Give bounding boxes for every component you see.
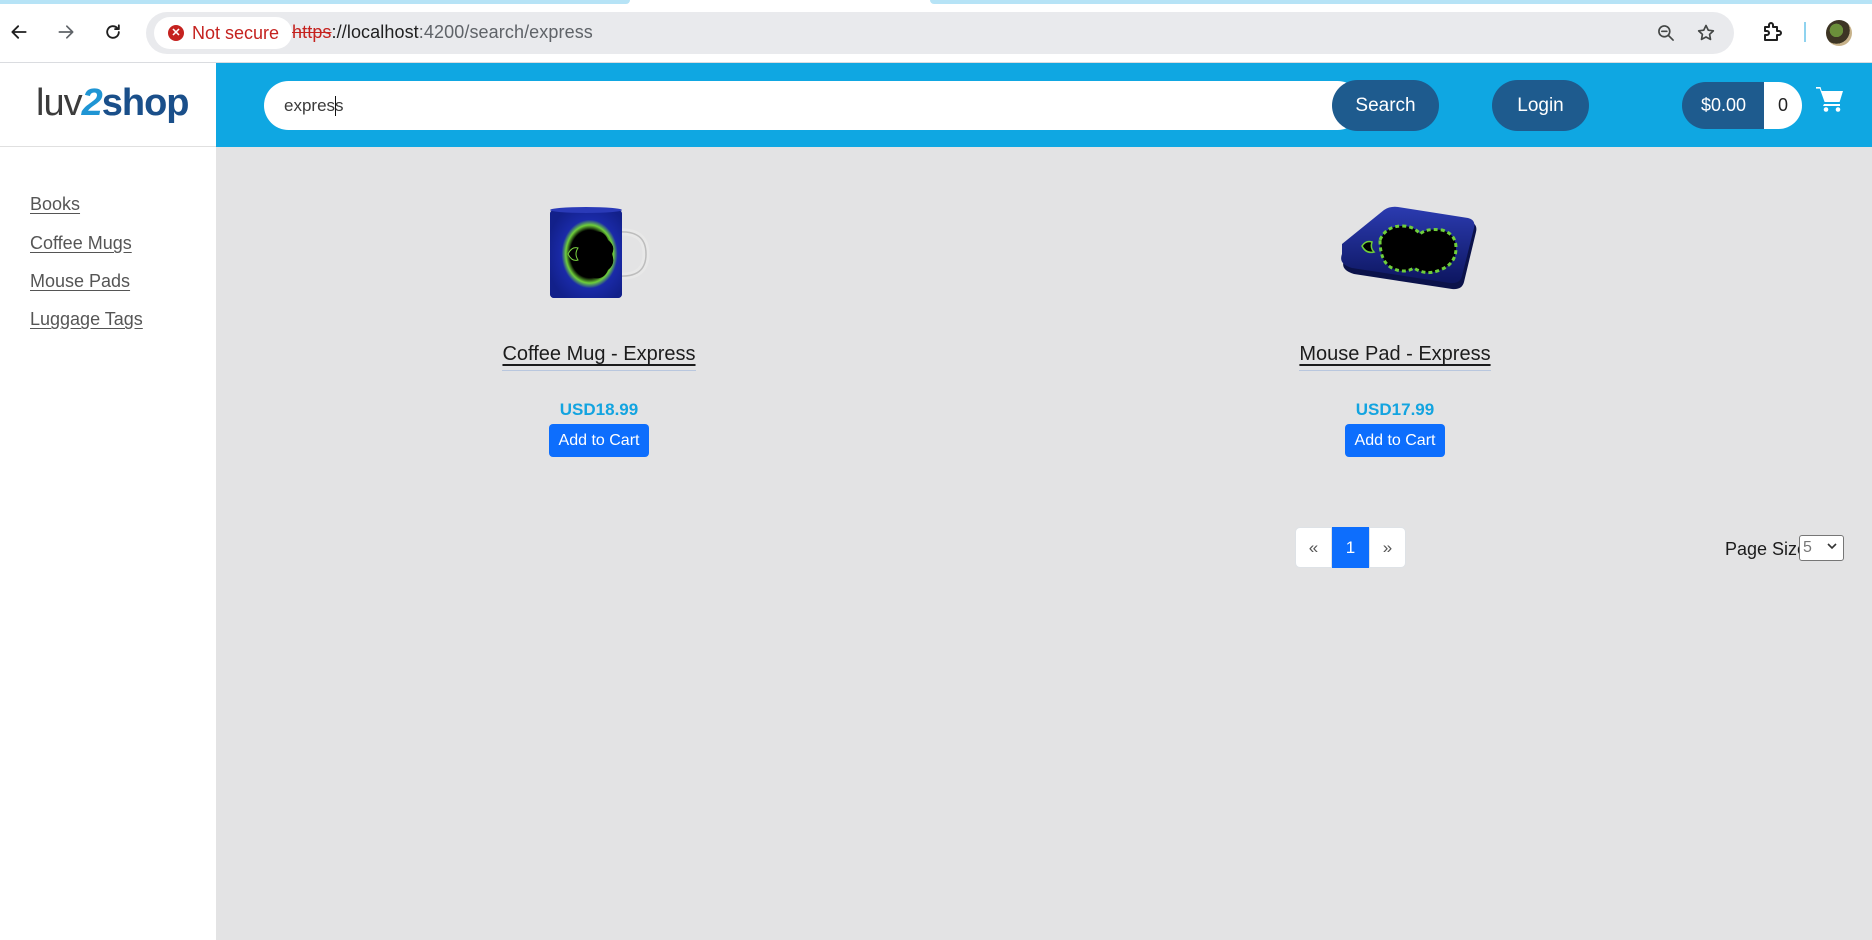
app-header: luv2shop Search Login $0.00 0: [0, 63, 1872, 147]
url-separator: ://: [331, 22, 347, 42]
next-page-button[interactable]: »: [1369, 527, 1406, 568]
add-to-cart-button[interactable]: Add to Cart: [549, 424, 649, 457]
url-text[interactable]: https://localhost:4200/search/express: [292, 22, 593, 43]
forward-arrow-icon[interactable]: [51, 17, 81, 47]
previous-page-button[interactable]: «: [1295, 527, 1332, 568]
security-label: Not secure: [192, 22, 280, 43]
cart-total: $0.00: [1682, 82, 1765, 129]
sidebar-item-luggage-tags[interactable]: Luggage Tags: [30, 309, 143, 330]
profile-avatar[interactable]: [1826, 20, 1852, 46]
add-to-cart-button[interactable]: Add to Cart: [1345, 424, 1445, 457]
page-size-label: Page Size: [1725, 539, 1808, 559]
tab-strip-accent: [0, 0, 1872, 4]
cart-status[interactable]: $0.00 0: [1682, 82, 1803, 129]
product-price: USD18.99: [559, 400, 639, 419]
sidebar-item-books[interactable]: Books: [30, 194, 80, 215]
product-results: Coffee Mug - Express USD18.99 Add to Car…: [216, 147, 1872, 940]
pagination: « 1 »: [1295, 527, 1406, 568]
search-button[interactable]: Search: [1332, 80, 1439, 131]
url-host: localhost: [346, 22, 419, 42]
reload-icon[interactable]: [98, 17, 128, 47]
luv2shop-logo[interactable]: luv2shop: [36, 81, 189, 125]
not-secure-icon: ✕: [168, 25, 184, 41]
search-input[interactable]: [264, 81, 1362, 130]
sidebar-item-mouse-pads[interactable]: Mouse Pads: [30, 271, 130, 292]
product-name-link[interactable]: Coffee Mug - Express: [399, 343, 799, 371]
bookmark-star-icon[interactable]: [1694, 21, 1718, 45]
cart-count: 0: [1764, 82, 1803, 129]
product-price: USD17.99: [1355, 400, 1435, 419]
product-name-link[interactable]: Mouse Pad - Express: [1195, 343, 1595, 371]
shopping-cart-icon[interactable]: [1815, 85, 1845, 113]
extensions-puzzle-icon[interactable]: [1760, 20, 1784, 44]
url-scheme: https: [292, 22, 332, 42]
browser-toolbar: ✕ Not secure https://localhost:4200/sear…: [0, 0, 1872, 63]
login-button[interactable]: Login: [1492, 80, 1589, 131]
page-size-select[interactable]: 5: [1799, 535, 1844, 561]
address-bar[interactable]: ✕ Not secure https://localhost:4200/sear…: [146, 12, 1734, 54]
logo-area: luv2shop: [0, 63, 216, 147]
coffee-mug-image[interactable]: [548, 204, 654, 302]
back-arrow-icon[interactable]: [4, 17, 34, 47]
category-sidebar: Books Coffee Mugs Mouse Pads Luggage Tag…: [0, 147, 216, 940]
chevron-down-icon: [1827, 543, 1837, 550]
page-size-value: 5: [1803, 539, 1812, 556]
text-caret: [335, 96, 336, 116]
sidebar-item-coffee-mugs[interactable]: Coffee Mugs: [30, 233, 132, 254]
zoom-icon[interactable]: [1654, 21, 1678, 45]
mouse-pad-image[interactable]: [1336, 204, 1480, 296]
header-bar: Search Login $0.00 0: [216, 63, 1872, 147]
url-path: :4200/search/express: [418, 22, 593, 42]
toolbar-divider: [1804, 22, 1806, 42]
page-1-button[interactable]: 1: [1332, 527, 1369, 568]
